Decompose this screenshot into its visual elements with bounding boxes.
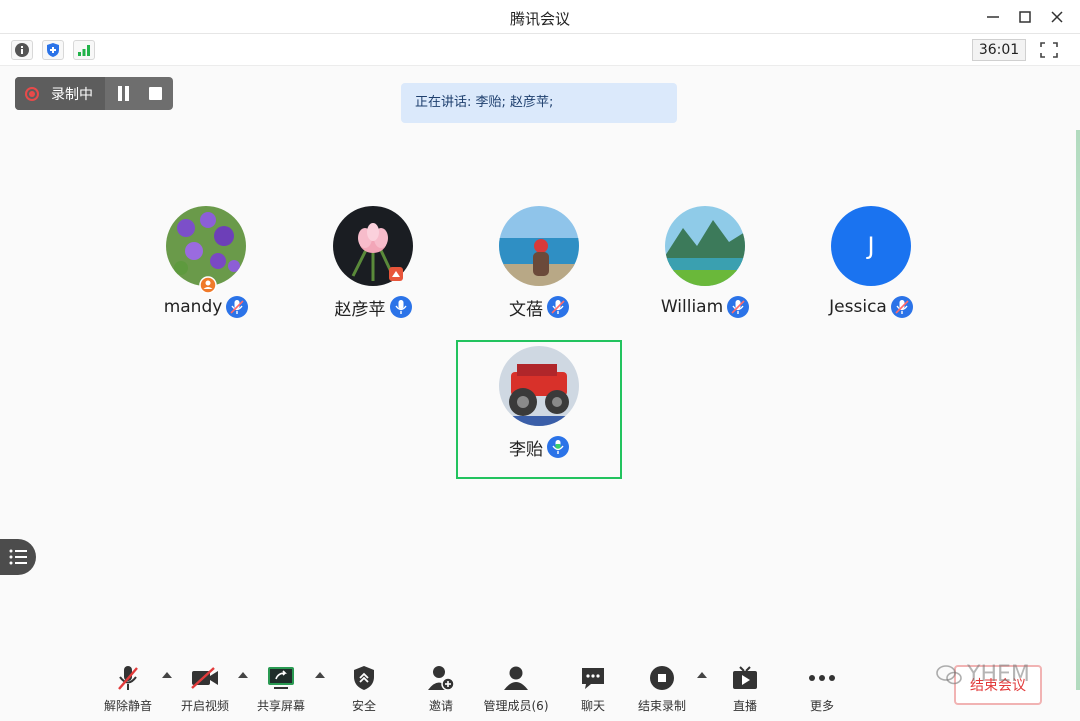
more-button[interactable]: 更多 — [787, 663, 857, 714]
share-screen-button[interactable]: 共享屏幕 — [246, 663, 316, 714]
more-label: 更多 — [809, 699, 834, 713]
end-recording-label: 结束录制 — [637, 699, 686, 713]
manage-members-button[interactable]: 管理成员(6) — [476, 663, 556, 714]
close-icon — [1051, 11, 1063, 23]
live-stream-button[interactable]: 直播 — [710, 663, 780, 714]
stop-record-icon — [650, 666, 674, 690]
chat-label: 聊天 — [580, 699, 605, 713]
info-button[interactable] — [11, 40, 33, 60]
avatar — [166, 206, 246, 286]
speaking-indicator: 正在讲话: 李贻; 赵彦苹; — [401, 83, 677, 123]
invite-user-icon — [428, 666, 455, 691]
chat-icon — [582, 668, 604, 689]
signal-icon — [78, 45, 90, 56]
info-icon — [15, 43, 29, 57]
more-dots-icon — [809, 675, 835, 681]
mic-speaking-icon — [547, 436, 569, 458]
participant-tile[interactable]: J Jessica — [786, 206, 956, 326]
participant-tile[interactable]: mandy — [121, 206, 291, 326]
bottom-controls: 解除静音 开启视频 共享屏幕 安全 邀请 管理成员(6) 聊天 结束录制 直播 … — [0, 655, 1080, 721]
participant-name: mandy — [163, 297, 223, 317]
security-button[interactable]: 安全 — [329, 663, 399, 714]
end-recording-button[interactable]: 结束录制 — [627, 663, 697, 714]
share-options-caret[interactable] — [315, 672, 325, 678]
edge-decoration — [1076, 130, 1080, 690]
watermark: YHEM — [935, 662, 1030, 687]
start-video-label: 开启视频 — [180, 699, 229, 713]
participant-tile[interactable]: 李贻 — [454, 346, 624, 466]
manage-members-label: 管理成员(6) — [483, 699, 549, 713]
security-shield-icon — [354, 666, 374, 690]
watermark-text: YHEM — [967, 662, 1030, 687]
stop-recording-button[interactable] — [149, 87, 162, 100]
participant-tile[interactable]: 文蓓 — [454, 206, 624, 326]
avatar-lake-image — [499, 206, 579, 286]
participant-name: 李贻 — [509, 439, 543, 460]
live-tv-icon — [733, 666, 757, 689]
avatar: J — [831, 206, 911, 286]
fullscreen-button[interactable] — [1038, 40, 1060, 60]
mic-off-icon — [118, 666, 138, 690]
live-stream-label: 直播 — [732, 699, 757, 713]
minimize-icon — [987, 16, 999, 18]
top-toolbar: 36:01 — [0, 34, 1080, 66]
chat-button[interactable]: 聊天 — [558, 663, 628, 714]
fullscreen-icon — [1040, 42, 1058, 58]
meeting-timer: 36:01 — [972, 39, 1026, 61]
avatar-jeep-image — [499, 346, 579, 426]
share-screen-icon — [268, 667, 294, 689]
mic-muted-icon — [226, 296, 249, 318]
participant-tile[interactable]: 赵彦苹 — [288, 206, 458, 326]
participant-name: Jessica — [829, 297, 887, 317]
security-label: 安全 — [351, 699, 376, 713]
list-icon — [9, 549, 27, 565]
avatar — [499, 206, 579, 286]
window-title: 腾讯会议 — [509, 10, 570, 28]
share-badge-icon — [389, 267, 403, 281]
maximize-icon — [1019, 11, 1031, 23]
member-list-toggle[interactable] — [0, 539, 36, 575]
members-icon — [504, 666, 528, 690]
participant-name: 文蓓 — [509, 299, 543, 320]
avatar — [665, 206, 745, 286]
mic-muted-icon — [547, 296, 569, 318]
wechat-logo-icon — [936, 664, 962, 684]
avatar-mountain-image — [665, 206, 745, 286]
shield-icon — [47, 43, 59, 57]
recording-status: 录制中 — [15, 77, 105, 110]
maximize-button[interactable] — [1014, 6, 1036, 28]
participant-name: William — [660, 297, 724, 317]
host-badge-icon — [199, 276, 217, 294]
security-shield-button[interactable] — [42, 40, 64, 60]
start-video-button[interactable]: 开启视频 — [170, 663, 240, 714]
pause-recording-button[interactable] — [116, 86, 130, 101]
record-options-caret[interactable] — [697, 672, 707, 678]
unmute-label: 解除静音 — [103, 699, 152, 713]
network-signal-button[interactable] — [73, 40, 95, 60]
share-screen-label: 共享屏幕 — [256, 699, 305, 713]
avatar — [499, 346, 579, 426]
minimize-button[interactable] — [982, 6, 1004, 28]
avatar-initial: J — [867, 232, 875, 260]
title-bar: 腾讯会议 — [0, 0, 1080, 34]
invite-label: 邀请 — [428, 699, 453, 713]
participant-tile[interactable]: William — [620, 206, 790, 326]
mic-muted-icon — [890, 296, 913, 318]
recording-bar: 录制中 — [15, 77, 173, 110]
mic-muted-icon — [727, 296, 750, 318]
unmute-button[interactable]: 解除静音 — [93, 663, 163, 714]
close-button[interactable] — [1046, 6, 1068, 28]
invite-button[interactable]: 邀请 — [406, 663, 476, 714]
mic-active-icon — [389, 296, 412, 318]
participant-name: 赵彦苹 — [334, 299, 386, 320]
camera-off-icon — [191, 667, 218, 689]
recording-icon — [25, 86, 39, 101]
recording-label: 录制中 — [51, 86, 93, 103]
avatar-flowers-image — [166, 206, 246, 286]
